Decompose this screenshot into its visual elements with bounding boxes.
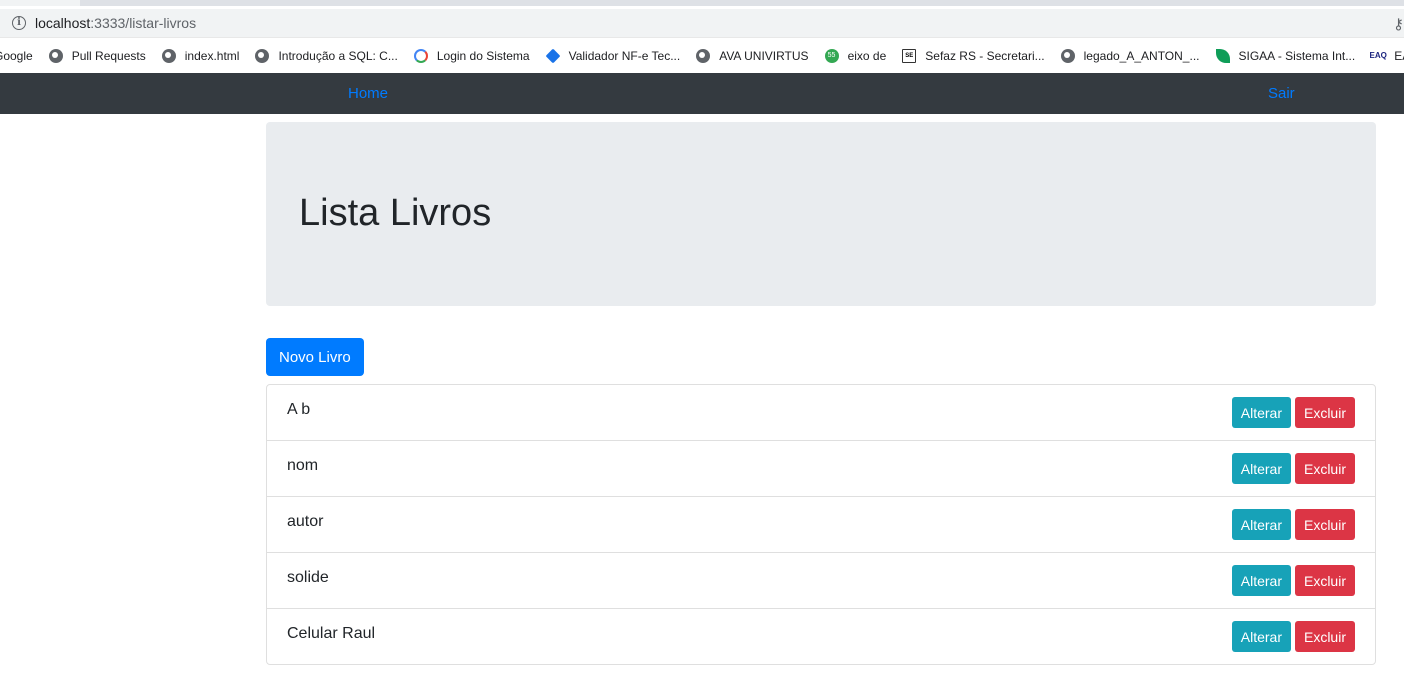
- list-item: A b Alterar Excluir: [267, 385, 1375, 441]
- bookmark-label: Validador NF-e Tec...: [568, 48, 681, 63]
- globe-icon: [696, 48, 711, 63]
- bookmark-eaq[interactable]: EAQ EAQ: [1363, 44, 1404, 68]
- bookmark-legado[interactable]: legado_A_ANTON_...: [1053, 44, 1208, 68]
- globe-icon: [255, 48, 270, 63]
- nav-home-link[interactable]: Home: [348, 85, 388, 102]
- bookmark-label: SIGAA - Sistema Int...: [1238, 48, 1356, 63]
- google-icon: [413, 48, 428, 63]
- edit-button[interactable]: Alterar: [1231, 621, 1291, 652]
- bookmark-label: EAQ: [1394, 48, 1404, 63]
- globe-icon: [48, 48, 63, 63]
- url-path: :3333/listar-livros: [90, 15, 197, 31]
- list-item: Celular Raul Alterar Excluir: [267, 609, 1375, 664]
- edit-button[interactable]: Alterar: [1231, 565, 1291, 596]
- bookmark-label: Login do Sistema: [436, 48, 530, 63]
- item-actions: Alterar Excluir: [1231, 397, 1355, 428]
- bookmark-pull-requests[interactable]: Pull Requests: [41, 44, 154, 68]
- page-title: Lista Livros: [299, 192, 492, 234]
- bookmark-label: eixo de: [847, 48, 887, 63]
- item-actions: Alterar Excluir: [1231, 453, 1355, 484]
- bookmark-label: index.html: [184, 48, 240, 63]
- site-info-icon[interactable]: i: [12, 16, 26, 30]
- sefaz-icon: SE: [902, 48, 917, 63]
- bookmark-eixo-de[interactable]: 55 eixo de: [817, 44, 895, 68]
- edit-button[interactable]: Alterar: [1231, 509, 1291, 540]
- new-book-button[interactable]: Novo Livro: [266, 338, 364, 376]
- globe-icon: [1060, 48, 1075, 63]
- item-actions: Alterar Excluir: [1231, 621, 1355, 652]
- bookmark-sefaz-rs[interactable]: SE Sefaz RS - Secretari...: [894, 44, 1052, 68]
- bookmarks-bar: Google Pull Requests index.html Introduç…: [0, 38, 1404, 73]
- bookmark-label: Sefaz RS - Secretari...: [925, 48, 1045, 63]
- delete-button[interactable]: Excluir: [1294, 509, 1355, 540]
- delete-button[interactable]: Excluir: [1294, 565, 1355, 596]
- delete-button[interactable]: Excluir: [1294, 397, 1355, 428]
- bookmark-index-html[interactable]: index.html: [154, 44, 248, 68]
- eaq-icon: EAQ: [1370, 48, 1387, 63]
- badge-55-icon: 55: [824, 48, 839, 63]
- book-title: Celular Raul: [287, 625, 376, 642]
- book-title: nom: [287, 457, 319, 474]
- list-item: solide Alterar Excluir: [267, 553, 1375, 609]
- url-host: localhost: [35, 15, 91, 31]
- bookmark-google[interactable]: Google: [0, 44, 41, 68]
- key-icon[interactable]: ⚷: [1393, 15, 1404, 33]
- bookmark-label: legado_A_ANTON_...: [1083, 48, 1200, 63]
- bookmark-sigaa[interactable]: SIGAA - Sistema Int...: [1208, 44, 1364, 68]
- globe-icon: [161, 48, 176, 63]
- delete-button[interactable]: Excluir: [1294, 453, 1355, 484]
- bookmark-label: Google: [0, 48, 33, 63]
- bookmark-label: AVA UNIVIRTUS: [719, 48, 809, 63]
- bookmark-ava-univirtus[interactable]: AVA UNIVIRTUS: [688, 44, 816, 68]
- bookmark-validador-nfe[interactable]: Validador NF-e Tec...: [538, 44, 689, 68]
- list-item: nom Alterar Excluir: [267, 441, 1375, 497]
- delete-button[interactable]: Excluir: [1294, 621, 1355, 652]
- jumbotron: Lista Livros: [266, 122, 1376, 306]
- book-title: autor: [287, 513, 324, 530]
- edit-button[interactable]: Alterar: [1231, 453, 1291, 484]
- nav-logout-link[interactable]: Sair: [1268, 85, 1295, 102]
- edit-button[interactable]: Alterar: [1231, 397, 1291, 428]
- book-title: solide: [287, 569, 329, 586]
- navbar: Home Sair: [0, 73, 1404, 114]
- list-item: autor Alterar Excluir: [267, 497, 1375, 553]
- diamond-icon: [545, 48, 561, 63]
- bookmark-label: Pull Requests: [71, 48, 146, 63]
- bookmark-label: Introdução a SQL: C...: [278, 48, 398, 63]
- address-bar-row: i localhost:3333/listar-livros ⚷: [0, 6, 1404, 38]
- book-list: A b Alterar Excluir nom Alterar Excluir …: [266, 384, 1376, 665]
- item-actions: Alterar Excluir: [1231, 565, 1355, 596]
- book-title: A b: [287, 401, 311, 418]
- item-actions: Alterar Excluir: [1231, 509, 1355, 540]
- bookmark-introducao-sql[interactable]: Introdução a SQL: C...: [247, 44, 405, 68]
- address-bar[interactable]: i localhost:3333/listar-livros ⚷: [0, 9, 1404, 37]
- leaf-icon: [1215, 48, 1230, 63]
- bookmark-login-sistema[interactable]: Login do Sistema: [406, 44, 538, 68]
